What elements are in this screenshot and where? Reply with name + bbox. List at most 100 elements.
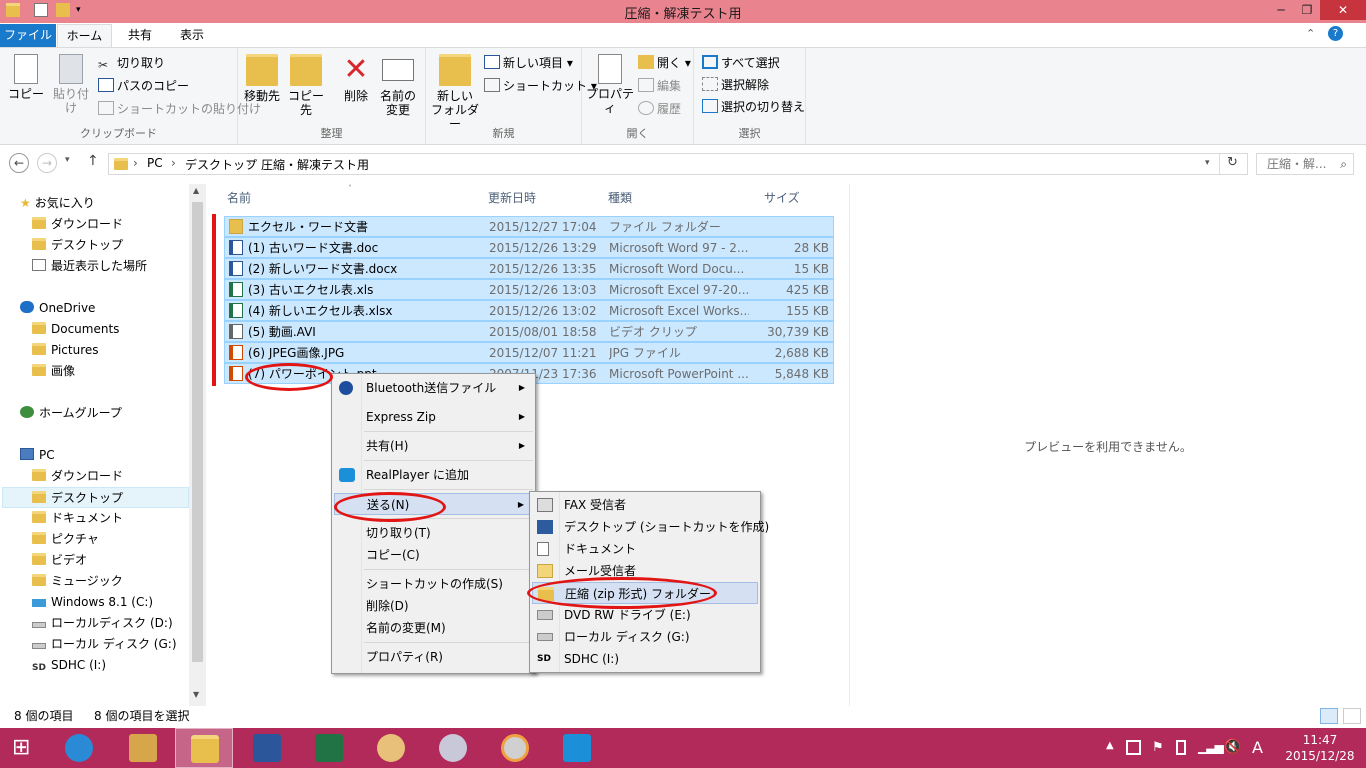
- nav-onedrive[interactable]: OneDrive: [20, 298, 95, 319]
- battery-icon[interactable]: [1176, 740, 1186, 755]
- nav-drive-g[interactable]: ローカル ディスク (G:): [32, 634, 177, 655]
- tab-share[interactable]: 共有: [118, 24, 162, 47]
- invert-selection-button[interactable]: 選択の切り替え: [702, 97, 805, 117]
- select-none-button[interactable]: 選択解除: [702, 75, 769, 95]
- menu-properties[interactable]: プロパティ(R): [334, 646, 533, 668]
- copy-path-button[interactable]: パスのコピー: [98, 76, 189, 96]
- properties-button[interactable]: プロパティ: [584, 54, 636, 115]
- tab-file[interactable]: ファイル: [0, 24, 56, 47]
- nav-recent-places[interactable]: 最近表示した場所: [32, 256, 147, 277]
- recent-locations-chevron-icon[interactable]: ▾: [65, 155, 70, 165]
- details-view-icon[interactable]: [1320, 708, 1338, 724]
- menu-cut[interactable]: 切り取り(T): [334, 522, 533, 544]
- scroll-down-icon[interactable]: ▼: [193, 690, 199, 699]
- collapse-ribbon-icon[interactable]: ⌃: [1306, 27, 1315, 40]
- large-icons-view-icon[interactable]: [1343, 708, 1361, 724]
- open-button[interactable]: 開く ▾: [638, 53, 691, 73]
- file-row[interactable]: (3) 古いエクセル表.xls 2015/12/26 13:03 Microsoft…: [224, 279, 834, 300]
- sendto-desktop[interactable]: デスクトップ (ショートカットを作成): [532, 516, 769, 538]
- file-row[interactable]: (4) 新しいエクセル表.xlsx 2015/12/26 13:02 Microso…: [224, 300, 834, 321]
- file-row[interactable]: (6) JPEG画像.JPG 2015/12/07 11:21 JPG ファイル 2,…: [224, 342, 834, 363]
- nav-pc[interactable]: PC: [20, 445, 55, 466]
- nav-pc-desktop[interactable]: デスクトップ: [2, 487, 189, 508]
- signal-icon[interactable]: ▁▃▅: [1198, 740, 1224, 754]
- column-size[interactable]: サイズ: [764, 189, 800, 206]
- taskbar-file-manager[interactable]: [114, 728, 172, 768]
- menu-express-zip[interactable]: Express Zip ▶: [334, 406, 533, 428]
- taskbar-paint[interactable]: [362, 728, 420, 768]
- nav-drive-i[interactable]: SD SDHC (I:): [32, 655, 106, 676]
- close-button[interactable]: ✕: [1320, 0, 1366, 20]
- address-dropdown-icon[interactable]: ▾: [1205, 158, 1210, 168]
- select-all-button[interactable]: すべて選択: [702, 53, 780, 73]
- scrollbar-thumb[interactable]: [192, 202, 203, 662]
- help-icon[interactable]: ?: [1328, 26, 1343, 41]
- sendto-sdhc[interactable]: SD SDHC (I:): [532, 648, 758, 670]
- crumb-pc[interactable]: PC: [147, 156, 163, 170]
- nav-desktop[interactable]: デスクトップ: [32, 235, 123, 256]
- taskbar-excel[interactable]: [300, 728, 358, 768]
- column-modified[interactable]: 更新日時: [488, 189, 536, 206]
- column-type[interactable]: 種類: [608, 189, 632, 206]
- delete-button[interactable]: ✕ 削除: [336, 54, 376, 104]
- nav-downloads[interactable]: ダウンロード: [32, 214, 123, 235]
- nav-pc-documents[interactable]: ドキュメント: [32, 508, 123, 529]
- new-folder-button[interactable]: 新しい フォルダー: [430, 54, 480, 131]
- tab-home[interactable]: ホーム: [57, 24, 112, 47]
- minimize-button[interactable]: ─: [1268, 0, 1294, 20]
- sendto-local-g[interactable]: ローカル ディスク (G:): [532, 626, 758, 648]
- cut-button[interactable]: ✂ 切り取り: [98, 53, 165, 73]
- tab-view[interactable]: 表示: [170, 24, 214, 47]
- menu-create-shortcut[interactable]: ショートカットの作成(S): [334, 573, 533, 595]
- menu-bluetooth[interactable]: Bluetooth送信ファイル ▶: [334, 377, 533, 399]
- menu-copy[interactable]: コピー(C): [334, 544, 533, 566]
- nav-pc-pictures[interactable]: ピクチャ: [32, 529, 99, 550]
- copy-button[interactable]: コピー: [6, 54, 46, 101]
- new-item-button[interactable]: 新しい項目 ▾: [484, 53, 573, 73]
- file-row[interactable]: (1) 古いワード文書.doc 2015/12/26 13:29 Microsoft…: [224, 237, 834, 258]
- sendto-fax[interactable]: FAX 受信者: [532, 494, 758, 516]
- copy-to-button[interactable]: コピー先: [284, 54, 328, 117]
- maximize-button[interactable]: ❐: [1294, 0, 1320, 20]
- nav-homegroup[interactable]: ホームグループ: [20, 403, 122, 424]
- nav-documents[interactable]: Documents: [32, 319, 119, 340]
- taskbar-ie[interactable]: [50, 728, 108, 768]
- menu-delete[interactable]: 削除(D): [334, 595, 533, 617]
- taskbar-snipping[interactable]: [424, 728, 482, 768]
- rename-button[interactable]: 名前の 変更: [376, 54, 420, 117]
- crumb-current-folder[interactable]: 圧縮・解凍テスト用: [261, 156, 369, 173]
- nav-drive-d[interactable]: ローカルディスク (D:): [32, 613, 173, 634]
- forward-button[interactable]: →: [37, 153, 57, 173]
- taskbar-realplayer[interactable]: [548, 728, 606, 768]
- file-row[interactable]: エクセル・ワード文書 2015/12/27 17:04 ファイル フォルダー: [224, 216, 834, 237]
- nav-pc-music[interactable]: ミュージック: [32, 571, 123, 592]
- sendto-documents[interactable]: ドキュメント: [532, 538, 758, 560]
- menu-share[interactable]: 共有(H) ▶: [334, 435, 533, 457]
- refresh-icon[interactable]: ↻: [1227, 155, 1238, 170]
- menu-realplayer[interactable]: RealPlayer に追加: [334, 464, 533, 486]
- edit-button[interactable]: 編集: [638, 76, 681, 96]
- taskbar-word[interactable]: [238, 728, 296, 768]
- search-input[interactable]: 圧縮・解... ⌕: [1256, 153, 1354, 175]
- file-row[interactable]: (5) 動画.AVI 2015/08/01 18:58 ビデオ クリップ 30,739…: [224, 321, 834, 342]
- taskbar-media[interactable]: [486, 728, 544, 768]
- address-box[interactable]: › PC › デスクトップ › 圧縮・解凍テスト用 › ▾ ↻: [108, 153, 1248, 175]
- nav-images[interactable]: 画像: [32, 361, 75, 382]
- history-button[interactable]: 履歴: [638, 99, 681, 119]
- nav-favorites[interactable]: ★ お気に入り: [20, 193, 95, 214]
- flag-icon[interactable]: ⚑: [1152, 740, 1164, 755]
- taskbar-explorer[interactable]: [175, 728, 233, 768]
- nav-pictures[interactable]: Pictures: [32, 340, 99, 361]
- up-button[interactable]: ↑: [87, 153, 99, 169]
- back-button[interactable]: ←: [9, 153, 29, 173]
- paste-shortcut-button[interactable]: ショートカットの貼り付け: [98, 99, 261, 119]
- ime-indicator[interactable]: A: [1252, 738, 1263, 757]
- shortcut-button[interactable]: ショートカット ▾: [484, 76, 597, 96]
- nav-pc-videos[interactable]: ビデオ: [32, 550, 87, 571]
- action-center-icon[interactable]: [1126, 740, 1141, 755]
- show-hidden-icons[interactable]: ▲: [1106, 740, 1114, 751]
- menu-rename[interactable]: 名前の変更(M): [334, 617, 533, 639]
- paste-button[interactable]: 貼り付け: [48, 54, 94, 115]
- clock[interactable]: 11:47 2015/12/28: [1280, 732, 1360, 764]
- column-name[interactable]: 名前: [227, 189, 251, 206]
